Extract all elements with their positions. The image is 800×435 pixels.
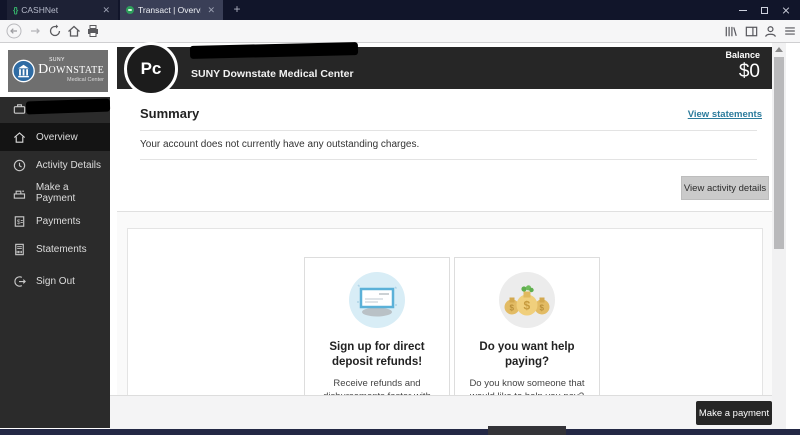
sidebar-item-activity-details[interactable]: Activity Details — [0, 151, 110, 179]
sidebar-item-label: Activity Details — [36, 159, 102, 171]
sidebar-item-label: Overview — [36, 131, 78, 143]
no-charges-message: Your account does not currently have any… — [140, 139, 420, 150]
svg-text:$: $ — [510, 304, 515, 313]
new-tab-button[interactable]: + — [228, 0, 246, 20]
browser-tab-bar: {} CASHNet ✕ Transact | Overview ✕ + — [0, 0, 800, 20]
tab-close-icon[interactable]: ✕ — [100, 5, 112, 16]
logo-downstate-text: Downstate — [38, 62, 104, 78]
sidebar-item-make-a-payment[interactable]: Make a Payment — [0, 179, 110, 207]
balance-value: $0 — [738, 61, 760, 82]
taskbar-patch — [488, 426, 566, 435]
minimize-icon[interactable] — [739, 9, 747, 11]
tab-close-icon[interactable]: ✕ — [205, 5, 217, 16]
redacted-sidebar-text — [25, 98, 111, 115]
cashnet-favicon-icon: {} — [13, 5, 18, 15]
document-icon — [15, 243, 24, 255]
redacted-user-name — [189, 42, 359, 59]
sign-out-icon — [14, 275, 26, 287]
window-controls — [739, 0, 796, 20]
card-title: Do you want help paying? — [479, 341, 575, 368]
downstate-seal-icon — [12, 59, 35, 83]
account-icon[interactable] — [763, 24, 779, 40]
view-activity-details-button[interactable]: View activity details — [681, 176, 769, 200]
svg-text:$: $ — [524, 299, 531, 313]
money-bags-illustration: $ $ $ — [499, 272, 555, 328]
sidebar-item-payments[interactable]: $ Payments — [0, 207, 110, 235]
scroll-up-arrow-icon[interactable] — [775, 47, 783, 52]
restore-icon[interactable] — [761, 6, 768, 14]
make-a-payment-button[interactable]: Make a payment — [696, 401, 772, 425]
window-close-icon[interactable] — [782, 6, 790, 14]
home-icon[interactable] — [66, 23, 82, 39]
browser-toolbar: https://commerce.cashnet.com/cashnetg/st… — [0, 20, 800, 59]
forward-icon[interactable] — [27, 23, 43, 39]
clock-icon — [13, 159, 26, 171]
suny-downstate-logo: SUNY Downstate Medical Center — [8, 50, 108, 92]
sidebar-items: Overview Activity Details Make a Payment… — [0, 123, 110, 295]
scrollbar-thumb[interactable] — [774, 57, 784, 249]
back-icon[interactable] — [6, 23, 22, 39]
sidebar-item-sign-out[interactable]: Sign Out — [0, 267, 110, 295]
logo-medical-center-text: Medical Center — [67, 77, 104, 84]
tab-title: Transact | Overview — [138, 5, 202, 15]
transact-favicon-icon — [126, 6, 134, 14]
menu-hamburger-icon[interactable] — [783, 24, 799, 40]
sidebar-item-label: Make a Payment — [35, 182, 76, 204]
sidebar-item-label: Statements — [36, 243, 87, 255]
institution-name: SUNY Downstate Medical Center — [191, 68, 354, 80]
sidebar-item-overview[interactable]: Overview — [0, 123, 110, 151]
sidebars-icon[interactable] — [744, 24, 760, 40]
tab-cashnet[interactable]: {} CASHNet ✕ — [7, 0, 118, 20]
bottom-edge-strip — [0, 426, 800, 435]
print-icon[interactable] — [85, 23, 101, 39]
tab-title: CASHNet — [21, 5, 59, 15]
divider — [140, 159, 757, 160]
sidebar-item-statements[interactable]: Statements — [0, 235, 110, 263]
tab-transact-overview[interactable]: Transact | Overview ✕ — [120, 0, 223, 20]
svg-text:$: $ — [540, 304, 545, 313]
bottom-action-bar: Make a payment — [110, 395, 786, 429]
card-title: Sign up for direct deposit refunds! — [329, 341, 425, 368]
site-header: SUNY Downstate Medical Center Balance $0 — [117, 42, 772, 89]
home-icon — [13, 131, 26, 143]
dollar-receipt-icon: $ — [14, 215, 25, 227]
divider — [140, 130, 757, 131]
page-scrollbar[interactable] — [772, 43, 786, 429]
page-content: SUNY Downstate Medical Center SUNY Downs… — [0, 42, 800, 429]
sidebar-nav: Overview Activity Details Make a Payment… — [0, 97, 111, 428]
sidebar-item-label: Payments — [36, 215, 81, 227]
sidebar-item-label: Sign Out — [36, 275, 75, 287]
cash-register-icon — [13, 190, 26, 199]
balance-label: Balance — [725, 50, 760, 60]
balance-summary: Balance $0 — [725, 50, 760, 83]
library-icon[interactable] — [723, 24, 739, 40]
view-statements-link[interactable]: View statements — [688, 109, 762, 120]
user-avatar[interactable]: Pc — [124, 42, 178, 96]
check-illustration — [349, 272, 405, 328]
svg-text:$: $ — [17, 218, 21, 225]
account-bag-icon — [12, 101, 27, 121]
summary-heading: Summary — [140, 106, 200, 121]
refresh-icon[interactable] — [47, 23, 63, 39]
